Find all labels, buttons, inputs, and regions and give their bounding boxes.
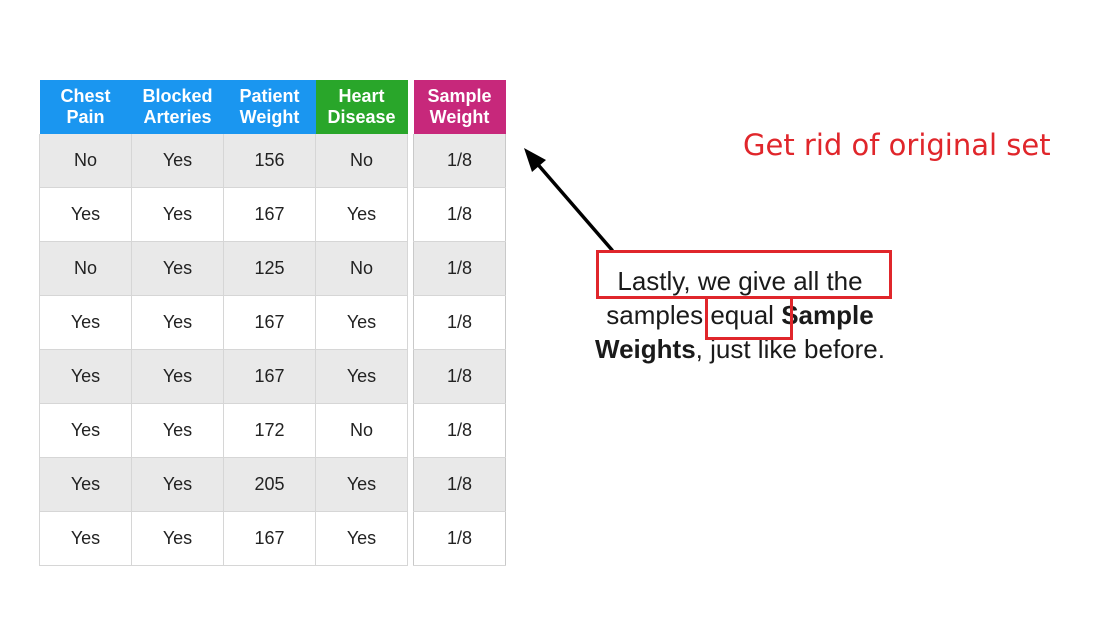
header-sample-weight: Sample Weight xyxy=(413,80,506,134)
cell-heart-disease: Yes xyxy=(315,295,408,350)
cell-chest-pain: Yes xyxy=(39,403,132,458)
data-table: Chest Pain Blocked Arteries Patient Weig… xyxy=(39,80,408,566)
weight-row: 1/8 xyxy=(413,511,506,566)
narration-weights-bold: Weights xyxy=(595,334,696,364)
cell-sample-weight: 1/8 xyxy=(413,295,506,350)
cell-heart-disease: No xyxy=(315,134,408,188)
cell-patient-weight: 167 xyxy=(223,349,316,404)
highlight-box-line xyxy=(596,250,892,299)
cell-heart-disease: Yes xyxy=(315,349,408,404)
weight-row: 1/8 xyxy=(413,295,506,350)
cell-patient-weight: 205 xyxy=(223,457,316,512)
cell-sample-weight: 1/8 xyxy=(413,187,506,242)
cell-blocked-arteries: Yes xyxy=(131,403,224,458)
table-row: Yes Yes 205 Yes xyxy=(39,457,408,512)
cell-patient-weight: 172 xyxy=(223,403,316,458)
highlight-box-equal xyxy=(705,296,793,340)
cell-heart-disease: Yes xyxy=(315,511,408,566)
table-header-row: Chest Pain Blocked Arteries Patient Weig… xyxy=(39,80,408,134)
narration-samples: samples xyxy=(606,300,711,330)
table-row: No Yes 156 No xyxy=(39,134,408,188)
cell-heart-disease: Yes xyxy=(315,187,408,242)
header-line: Blocked xyxy=(142,86,213,106)
table-row: No Yes 125 No xyxy=(39,241,408,296)
cell-patient-weight: 167 xyxy=(223,187,316,242)
weight-row: 1/8 xyxy=(413,349,506,404)
cell-heart-disease: No xyxy=(315,241,408,296)
cell-chest-pain: No xyxy=(39,241,132,296)
header-patient-weight: Patient Weight xyxy=(223,80,316,134)
cell-sample-weight: 1/8 xyxy=(413,403,506,458)
cell-blocked-arteries: Yes xyxy=(131,457,224,512)
cell-chest-pain: Yes xyxy=(39,349,132,404)
annotation-note: Get rid of original set xyxy=(743,128,1051,162)
table-row: Yes Yes 167 Yes xyxy=(39,511,408,566)
cell-sample-weight: 1/8 xyxy=(413,457,506,512)
cell-chest-pain: Yes xyxy=(39,295,132,350)
header-line: Heart xyxy=(338,86,385,106)
cell-patient-weight: 167 xyxy=(223,295,316,350)
cell-patient-weight: 125 xyxy=(223,241,316,296)
table-row: Yes Yes 167 Yes xyxy=(39,295,408,350)
header-line: Disease xyxy=(327,107,396,127)
header-line: Sample xyxy=(427,86,492,106)
cell-sample-weight: 1/8 xyxy=(413,134,506,188)
weight-row: 1/8 xyxy=(413,403,506,458)
cell-chest-pain: No xyxy=(39,134,132,188)
cell-heart-disease: Yes xyxy=(315,457,408,512)
weight-row: 1/8 xyxy=(413,134,506,188)
weight-row: 1/8 xyxy=(413,187,506,242)
cell-blocked-arteries: Yes xyxy=(131,511,224,566)
slide: Chest Pain Blocked Arteries Patient Weig… xyxy=(0,0,1120,630)
header-line: Chest xyxy=(60,86,111,106)
header-blocked-arteries: Blocked Arteries xyxy=(131,80,224,134)
cell-heart-disease: No xyxy=(315,403,408,458)
cell-patient-weight: 167 xyxy=(223,511,316,566)
table-row: Yes Yes 167 Yes xyxy=(39,187,408,242)
header-line: Patient xyxy=(239,86,300,106)
cell-sample-weight: 1/8 xyxy=(413,241,506,296)
cell-blocked-arteries: Yes xyxy=(131,241,224,296)
header-line: Arteries xyxy=(143,107,212,127)
weight-row: 1/8 xyxy=(413,241,506,296)
cell-sample-weight: 1/8 xyxy=(413,349,506,404)
cell-patient-weight: 156 xyxy=(223,134,316,188)
table-row: Yes Yes 167 Yes xyxy=(39,349,408,404)
cell-blocked-arteries: Yes xyxy=(131,187,224,242)
table-row: Yes Yes 172 No xyxy=(39,403,408,458)
header-line: Weight xyxy=(239,107,300,127)
header-chest-pain: Chest Pain xyxy=(39,80,132,134)
cell-blocked-arteries: Yes xyxy=(131,349,224,404)
cell-blocked-arteries: Yes xyxy=(131,295,224,350)
header-line: Weight xyxy=(429,107,490,127)
sample-weight-table: Sample Weight 1/8 1/8 1/8 1/8 1/8 1/8 1/… xyxy=(413,80,506,566)
cell-sample-weight: 1/8 xyxy=(413,511,506,566)
header-heart-disease: Heart Disease xyxy=(315,80,408,134)
cell-blocked-arteries: Yes xyxy=(131,134,224,188)
weight-header-row: Sample Weight xyxy=(413,80,506,134)
cell-chest-pain: Yes xyxy=(39,511,132,566)
header-line: Pain xyxy=(66,107,105,127)
weight-row: 1/8 xyxy=(413,457,506,512)
cell-chest-pain: Yes xyxy=(39,187,132,242)
cell-chest-pain: Yes xyxy=(39,457,132,512)
